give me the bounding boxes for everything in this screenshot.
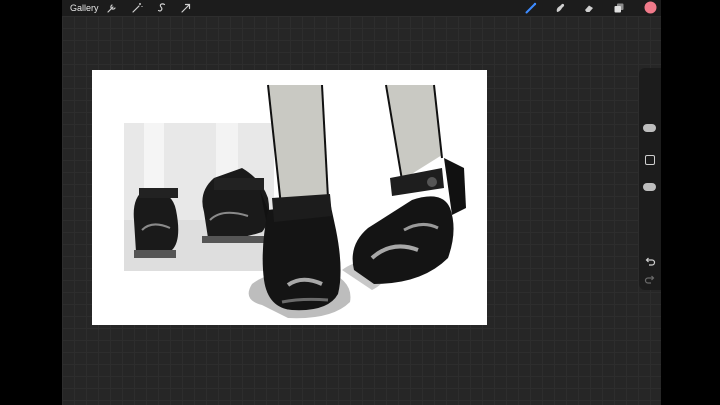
gallery-button[interactable]: Gallery bbox=[70, 2, 99, 14]
brush-size-slider[interactable] bbox=[643, 124, 656, 132]
redo-icon[interactable] bbox=[644, 274, 656, 286]
magic-wand-icon[interactable] bbox=[131, 2, 143, 14]
top-toolbar: Gallery bbox=[62, 0, 661, 16]
layers-icon[interactable] bbox=[613, 2, 625, 14]
opacity-slider[interactable] bbox=[643, 183, 656, 191]
procreate-app: Gallery bbox=[62, 0, 661, 405]
modify-button[interactable] bbox=[645, 155, 655, 165]
selection-icon[interactable] bbox=[156, 2, 168, 14]
color-swatch[interactable] bbox=[644, 1, 657, 14]
canvas-workspace bbox=[62, 16, 661, 405]
drawing-canvas[interactable] bbox=[92, 70, 487, 325]
wrench-icon[interactable] bbox=[106, 2, 118, 14]
transform-arrow-icon[interactable] bbox=[180, 2, 192, 14]
side-toolbar bbox=[639, 68, 661, 290]
smudge-icon[interactable] bbox=[554, 2, 566, 14]
reference-photo bbox=[124, 123, 274, 271]
undo-icon[interactable] bbox=[644, 256, 656, 268]
eraser-icon[interactable] bbox=[583, 2, 595, 14]
illustration bbox=[248, 84, 466, 319]
artwork-image bbox=[124, 84, 466, 319]
brush-icon[interactable] bbox=[525, 2, 537, 14]
